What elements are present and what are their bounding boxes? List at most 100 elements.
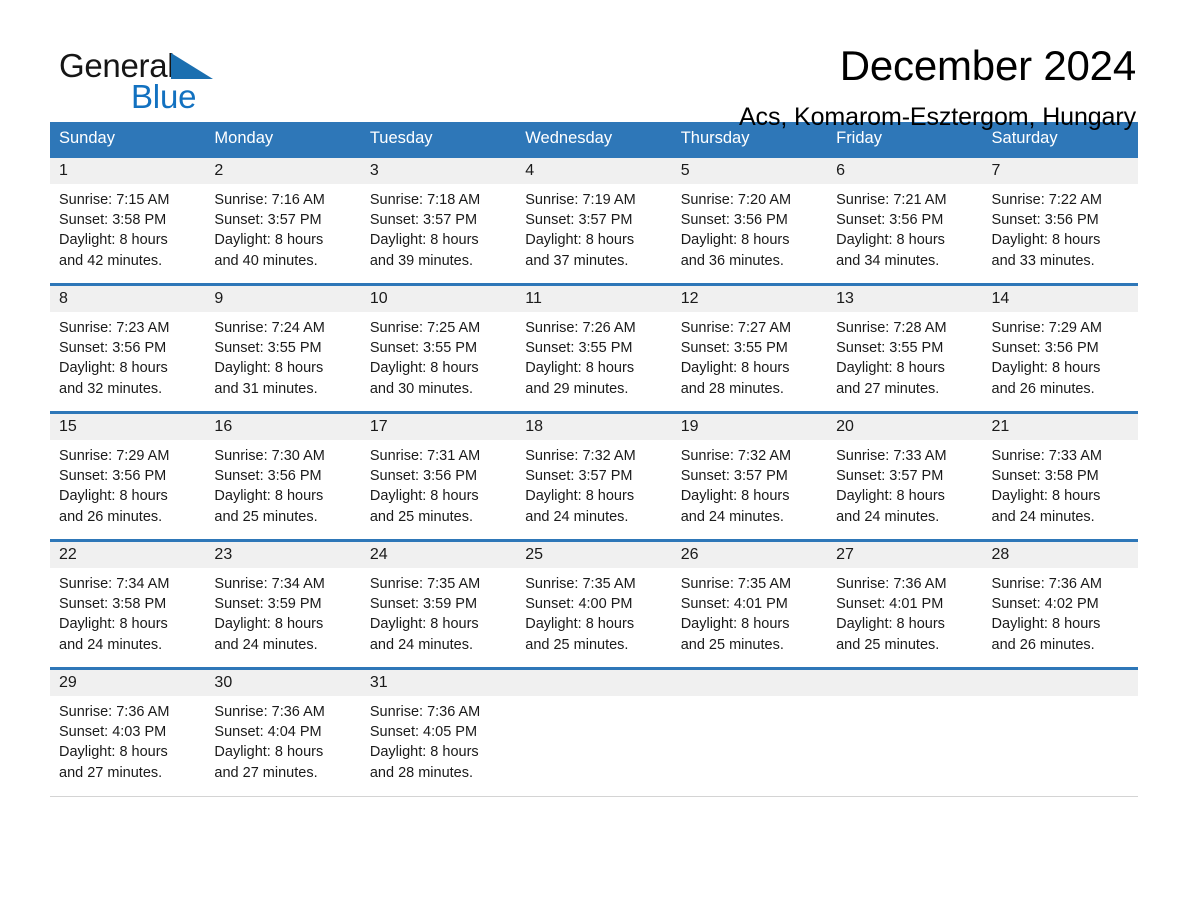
- day-cell[interactable]: 31 Sunrise: 7:36 AM Sunset: 4:05 PM Dayl…: [360, 667, 517, 797]
- day-number: 15: [50, 414, 206, 440]
- day-cell[interactable]: 10 Sunrise: 7:25 AM Sunset: 3:55 PM Dayl…: [360, 283, 517, 413]
- day-cell[interactable]: 28 Sunrise: 7:36 AM Sunset: 4:02 PM Dayl…: [982, 539, 1138, 669]
- day-cell[interactable]: 26 Sunrise: 7:35 AM Sunset: 4:01 PM Dayl…: [671, 539, 828, 669]
- daylight-text-line1: Daylight: 8 hours: [59, 232, 168, 249]
- sunset-text: Sunset: 3:57 PM: [525, 212, 633, 229]
- daylight-text-line2: and 24 minutes.: [214, 636, 318, 653]
- sunset-text: Sunset: 3:56 PM: [680, 212, 788, 229]
- day-cell[interactable]: 25 Sunrise: 7:35 AM Sunset: 4:00 PM Dayl…: [516, 539, 672, 669]
- daylight-text-line1: Daylight: 8 hours: [991, 360, 1101, 377]
- day-cell[interactable]: 24 Sunrise: 7:35 AM Sunset: 3:59 PM Dayl…: [360, 539, 517, 669]
- sunset-text: Sunset: 3:55 PM: [369, 340, 478, 357]
- sunset-text: Sunset: 3:59 PM: [214, 596, 322, 613]
- daylight-text-line1: Daylight: 8 hours: [214, 744, 324, 761]
- sunrise-text: Sunrise: 7:32 AM: [525, 448, 636, 464]
- daylight-text-line1: Daylight: 8 hours: [214, 232, 324, 249]
- daylight-text-line1: Daylight: 8 hours: [369, 488, 479, 505]
- sunrise-text: Sunrise: 7:35 AM: [369, 576, 481, 592]
- day-details: Sunrise: 7:33 AM Sunset: 3:57 PM Dayligh…: [827, 440, 982, 527]
- day-cell[interactable]: 16 Sunrise: 7:30 AM Sunset: 3:56 PM Dayl…: [205, 411, 361, 541]
- day-details: Sunrise: 7:36 AM Sunset: 4:05 PM Dayligh…: [361, 696, 516, 783]
- daylight-text-line2: and 42 minutes.: [59, 252, 163, 269]
- day-cell[interactable]: 27 Sunrise: 7:36 AM Sunset: 4:01 PM Dayl…: [827, 539, 983, 669]
- calendar-body: 1 Sunrise: 7:15 AM Sunset: 3:58 PM Dayli…: [50, 155, 1138, 797]
- day-cell[interactable]: 20 Sunrise: 7:33 AM Sunset: 3:57 PM Dayl…: [827, 411, 983, 541]
- daylight-text-line1: Daylight: 8 hours: [525, 488, 635, 505]
- daylight-text-line2: and 24 minutes.: [59, 636, 163, 653]
- day-number: 9: [205, 286, 361, 312]
- day-cell[interactable]: 7 Sunrise: 7:22 AM Sunset: 3:56 PM Dayli…: [982, 155, 1138, 285]
- daylight-text-line2: and 26 minutes.: [991, 380, 1095, 397]
- daylight-text-line2: and 30 minutes.: [369, 380, 474, 397]
- daylight-text-line1: Daylight: 8 hours: [369, 744, 479, 761]
- day-cell[interactable]: 15 Sunrise: 7:29 AM Sunset: 3:56 PM Dayl…: [50, 411, 206, 541]
- day-number: 24: [360, 542, 517, 568]
- day-cell[interactable]: 13 Sunrise: 7:28 AM Sunset: 3:55 PM Dayl…: [827, 283, 983, 413]
- day-cell[interactable]: 30 Sunrise: 7:36 AM Sunset: 4:04 PM Dayl…: [205, 667, 361, 797]
- daylight-text-line2: and 36 minutes.: [680, 252, 784, 269]
- sunset-text: Sunset: 3:57 PM: [680, 468, 788, 485]
- day-number: 28: [982, 542, 1138, 568]
- sunrise-text: Sunrise: 7:30 AM: [214, 448, 325, 464]
- day-cell[interactable]: 1 Sunrise: 7:15 AM Sunset: 3:58 PM Dayli…: [50, 155, 206, 285]
- day-details: Sunrise: 7:28 AM Sunset: 3:55 PM Dayligh…: [827, 312, 982, 399]
- daylight-text-line2: and 25 minutes.: [525, 636, 629, 653]
- day-cell[interactable]: 6 Sunrise: 7:21 AM Sunset: 3:56 PM Dayli…: [827, 155, 983, 285]
- daylight-text-line1: Daylight: 8 hours: [680, 232, 790, 249]
- daylight-text-line1: Daylight: 8 hours: [525, 616, 635, 633]
- page-header: General Blue December 2024 Acs, Komarom-…: [50, 0, 1138, 131]
- sunrise-text: Sunrise: 7:16 AM: [214, 192, 325, 208]
- day-cell[interactable]: 2 Sunrise: 7:16 AM Sunset: 3:57 PM Dayli…: [205, 155, 361, 285]
- sunrise-text: Sunrise: 7:36 AM: [214, 704, 325, 720]
- day-number: 29: [50, 670, 206, 696]
- daylight-text-line1: Daylight: 8 hours: [369, 360, 479, 377]
- day-cell[interactable]: 23 Sunrise: 7:34 AM Sunset: 3:59 PM Dayl…: [205, 539, 361, 669]
- sunset-text: Sunset: 3:58 PM: [991, 468, 1099, 485]
- daylight-text-line2: and 27 minutes.: [214, 764, 318, 781]
- daylight-text-line2: and 31 minutes.: [214, 380, 318, 397]
- general-blue-logo[interactable]: General Blue: [59, 48, 319, 118]
- day-cell[interactable]: 29 Sunrise: 7:36 AM Sunset: 4:03 PM Dayl…: [50, 667, 206, 797]
- day-cell[interactable]: 22 Sunrise: 7:34 AM Sunset: 3:58 PM Dayl…: [50, 539, 206, 669]
- day-number: 5: [671, 158, 828, 184]
- day-cell[interactable]: 11 Sunrise: 7:26 AM Sunset: 3:55 PM Dayl…: [516, 283, 672, 413]
- sunset-text: Sunset: 4:05 PM: [369, 724, 478, 741]
- day-details: Sunrise: 7:19 AM Sunset: 3:57 PM Dayligh…: [516, 184, 671, 271]
- day-details: Sunrise: 7:15 AM Sunset: 3:58 PM Dayligh…: [50, 184, 205, 271]
- day-cell[interactable]: 5 Sunrise: 7:20 AM Sunset: 3:56 PM Dayli…: [671, 155, 828, 285]
- day-cell[interactable]: 18 Sunrise: 7:32 AM Sunset: 3:57 PM Dayl…: [516, 411, 672, 541]
- sunset-text: Sunset: 3:57 PM: [369, 212, 478, 229]
- day-cell[interactable]: 19 Sunrise: 7:32 AM Sunset: 3:57 PM Dayl…: [671, 411, 828, 541]
- day-details: Sunrise: 7:20 AM Sunset: 3:56 PM Dayligh…: [672, 184, 827, 271]
- day-number: 31: [360, 670, 517, 696]
- calendar-page: General Blue December 2024 Acs, Komarom-…: [0, 0, 1188, 918]
- day-cell-empty: [671, 667, 828, 797]
- day-cell[interactable]: 14 Sunrise: 7:29 AM Sunset: 3:56 PM Dayl…: [982, 283, 1138, 413]
- day-details: Sunrise: 7:16 AM Sunset: 3:57 PM Dayligh…: [205, 184, 360, 271]
- day-cell[interactable]: 4 Sunrise: 7:19 AM Sunset: 3:57 PM Dayli…: [516, 155, 672, 285]
- daylight-text-line1: Daylight: 8 hours: [59, 360, 168, 377]
- daylight-text-line2: and 40 minutes.: [214, 252, 318, 269]
- day-details: Sunrise: 7:35 AM Sunset: 4:00 PM Dayligh…: [516, 568, 671, 655]
- day-cell[interactable]: 12 Sunrise: 7:27 AM Sunset: 3:55 PM Dayl…: [671, 283, 828, 413]
- sunset-text: Sunset: 3:55 PM: [836, 340, 944, 357]
- day-details: Sunrise: 7:26 AM Sunset: 3:55 PM Dayligh…: [516, 312, 671, 399]
- day-number: 25: [516, 542, 672, 568]
- day-cell[interactable]: 21 Sunrise: 7:33 AM Sunset: 3:58 PM Dayl…: [982, 411, 1138, 541]
- day-cell[interactable]: 3 Sunrise: 7:18 AM Sunset: 3:57 PM Dayli…: [360, 155, 517, 285]
- day-number: 2: [205, 158, 361, 184]
- day-details: Sunrise: 7:22 AM Sunset: 3:56 PM Dayligh…: [983, 184, 1138, 271]
- day-cell[interactable]: 8 Sunrise: 7:23 AM Sunset: 3:56 PM Dayli…: [50, 283, 206, 413]
- sunrise-text: Sunrise: 7:18 AM: [369, 192, 481, 208]
- week-row: 8 Sunrise: 7:23 AM Sunset: 3:56 PM Dayli…: [50, 283, 1138, 413]
- sunset-text: Sunset: 3:56 PM: [59, 340, 167, 357]
- daylight-text-line2: and 32 minutes.: [59, 380, 163, 397]
- day-cell[interactable]: 17 Sunrise: 7:31 AM Sunset: 3:56 PM Dayl…: [360, 411, 517, 541]
- day-number: 3: [360, 158, 517, 184]
- day-details: Sunrise: 7:31 AM Sunset: 3:56 PM Dayligh…: [361, 440, 516, 527]
- sunrise-text: Sunrise: 7:33 AM: [836, 448, 947, 464]
- logo-text-blue: Blue: [131, 78, 197, 115]
- daylight-text-line2: and 24 minutes.: [525, 508, 629, 525]
- day-cell[interactable]: 9 Sunrise: 7:24 AM Sunset: 3:55 PM Dayli…: [205, 283, 361, 413]
- sunrise-text: Sunrise: 7:19 AM: [525, 192, 636, 208]
